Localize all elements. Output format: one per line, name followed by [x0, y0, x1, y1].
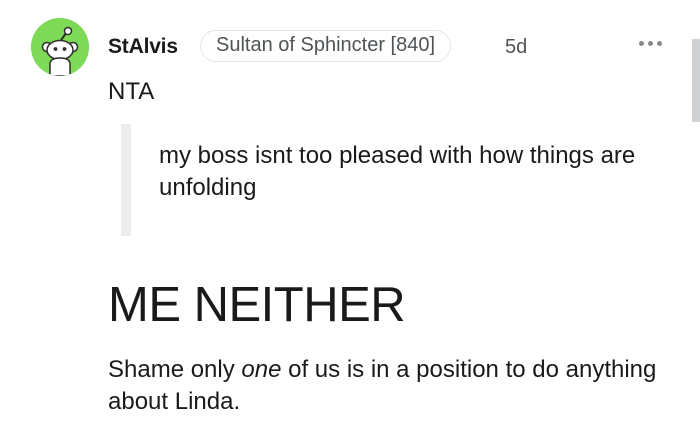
- paragraph-emphasis: one: [241, 356, 282, 383]
- blockquote-text: my boss isnt too pleased with how things…: [159, 142, 636, 201]
- more-options-icon[interactable]: [636, 34, 666, 54]
- comment-heading: ME NEITHER: [108, 278, 406, 332]
- comment-age[interactable]: 5d: [505, 34, 527, 60]
- scrollbar-thumb[interactable]: [692, 39, 700, 122]
- user-avatar-icon[interactable]: [31, 18, 89, 76]
- user-flair: Sultan of Sphincter [840]: [200, 30, 452, 62]
- comment-author[interactable]: StAlvis: [108, 34, 178, 60]
- paragraph-text-before: Shame only: [108, 356, 242, 383]
- blockquote-bar: [121, 124, 131, 236]
- comment: StAlvis Sultan of Sphincter [840] 5d NTA…: [0, 0, 700, 441]
- comment-verdict: NTA: [108, 78, 155, 105]
- comment-paragraph: Shame only one of us is in a position to…: [108, 354, 668, 418]
